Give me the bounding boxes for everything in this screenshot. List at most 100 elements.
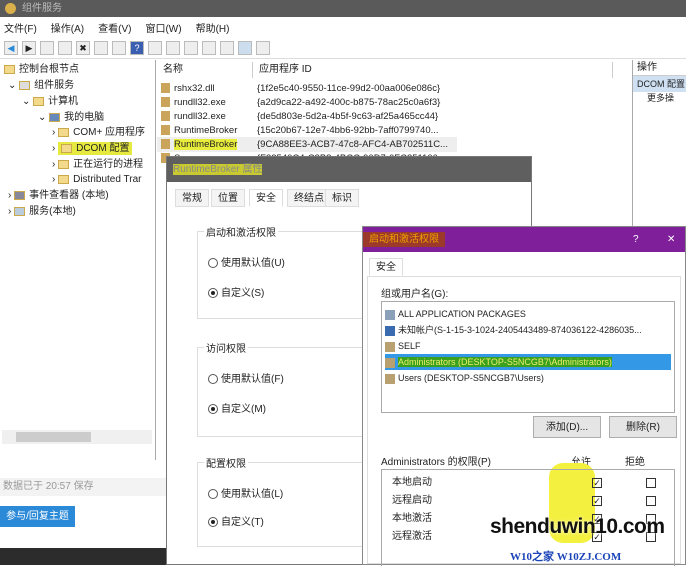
help-button[interactable]: ? [633, 227, 639, 252]
watermark: shenduwin10.com [490, 515, 665, 538]
list-row[interactable]: rshx32.dll {1f2e5c40-9550-11ce-99d2-00aa0… [157, 81, 457, 96]
list-row[interactable]: rundll32.exe {de5d803e-5d2a-4b5f-9c63-af2… [157, 109, 457, 124]
folder-icon [4, 64, 15, 74]
folder-icon [61, 143, 73, 153]
tree-complus[interactable]: › COM+ 应用程序 [52, 125, 145, 141]
package-icon [385, 309, 395, 320]
services-icon [14, 206, 26, 216]
export-icon[interactable] [112, 40, 126, 55]
deny-header: 拒绝 [625, 457, 645, 468]
component-icon [161, 97, 170, 108]
users-list[interactable]: ALL APPLICATION PACKAGES 未知帐户(S-1-15-3-1… [381, 301, 675, 413]
launch-custom-radio[interactable]: 自定义(S) [208, 284, 264, 299]
component-icon [161, 125, 170, 136]
delete-icon[interactable]: ✖ [76, 40, 90, 55]
group-icon [385, 373, 395, 384]
tab-identity[interactable]: 标识 [325, 189, 359, 207]
actions-dcom-config[interactable]: DCOM 配置 [633, 76, 686, 92]
add-button[interactable]: 添加(D)... [533, 416, 601, 438]
user-item[interactable]: Users (DESKTOP-S5NCGB7\Users) [385, 370, 544, 386]
group-label: 访问权限 [204, 340, 248, 355]
menu-action[interactable]: 操作(A) [51, 20, 84, 35]
status-text: 数据已于 20:57 保存 [0, 478, 168, 496]
deny-checkbox[interactable] [646, 478, 656, 488]
permission-title-bar: 启动和激活权限 ? ✕ [363, 227, 685, 252]
access-custom-radio[interactable]: 自定义(M) [208, 400, 266, 415]
computer-icon [49, 112, 61, 122]
list-view-icon[interactable] [220, 40, 234, 55]
list-row[interactable]: rundll32.exe {a2d9ca22-a492-400c-b875-78a… [157, 95, 457, 110]
close-button[interactable]: ✕ [667, 227, 675, 252]
tab-general[interactable]: 常规 [175, 189, 209, 207]
actions-more[interactable]: 更多操 [633, 92, 686, 104]
group-label: 配置权限 [204, 455, 248, 470]
launch-default-radio[interactable]: 使用默认值(U) [208, 254, 285, 269]
show-tree-icon[interactable] [58, 40, 72, 55]
config-custom-radio[interactable]: 自定义(T) [208, 513, 264, 528]
menu-bar: 文件(F) 操作(A) 查看(V) 窗口(W) 帮助(H) [0, 17, 686, 37]
user-item-selected[interactable]: Administrators (DESKTOP-S5NCGB7\Administ… [385, 354, 671, 370]
actions-header: 操作 [633, 60, 686, 76]
column-name[interactable]: 名称 [157, 62, 253, 78]
permission-title: 启动和激活权限 [363, 232, 445, 247]
help-icon[interactable]: ? [130, 40, 144, 55]
group-icon [385, 341, 395, 352]
tree-my-computer[interactable]: ⌄ 我的电脑 [38, 110, 104, 126]
large-icons-icon[interactable] [184, 40, 198, 55]
back-icon[interactable]: ◀ [4, 40, 18, 55]
action-pane-icon[interactable] [148, 40, 162, 55]
tree-distributed[interactable]: › Distributed Trar [52, 172, 141, 188]
group-icon [385, 357, 395, 368]
access-default-radio[interactable]: 使用默认值(F) [208, 370, 284, 385]
allow-checkbox[interactable]: ✓ [592, 478, 602, 488]
tree-dcom-config[interactable]: › DCOM 配置 [52, 141, 133, 157]
menu-help[interactable]: 帮助(H) [196, 20, 230, 35]
forward-icon[interactable]: ▶ [22, 40, 36, 55]
folder-icon [58, 127, 70, 137]
column-app-id[interactable]: 应用程序 ID [253, 62, 613, 78]
menu-view[interactable]: 查看(V) [98, 20, 131, 35]
folder-icon [58, 174, 70, 184]
component-icon [161, 139, 170, 150]
account-icon [385, 325, 395, 336]
title-bar: 组件服务 [0, 0, 686, 17]
footer-strip [0, 548, 168, 565]
group-label: 启动和激活权限 [204, 224, 278, 239]
small-icons-icon[interactable] [202, 40, 216, 55]
tree-event-viewer[interactable]: › 事件查看器 (本地) [8, 188, 109, 204]
users-label: 组或用户名(G): [381, 289, 449, 300]
tree-component-services[interactable]: ⌄ 组件服务 [8, 78, 74, 94]
tree-services[interactable]: › 服务(本地) [8, 204, 76, 220]
remove-button[interactable]: 删除(R) [609, 416, 677, 438]
list-row[interactable]: RuntimeBroker {15c20b67-12e7-4bb6-92bb-7a… [157, 123, 457, 138]
reply-button[interactable]: 参与/回复主题 [0, 506, 75, 527]
folder-icon [33, 96, 45, 106]
tree-horizontal-scrollbar[interactable] [2, 430, 152, 444]
deny-checkbox[interactable] [646, 496, 656, 506]
window-title: 组件服务 [22, 3, 62, 14]
tree-computer[interactable]: ⌄ 计算机 [22, 94, 78, 110]
user-item[interactable]: ALL APPLICATION PACKAGES [385, 306, 526, 322]
new-icon[interactable] [166, 40, 180, 55]
list-row-selected[interactable]: RuntimeBroker {9CA88EE3-ACB7-47c8-AFC4-AB… [157, 137, 457, 152]
menu-window[interactable]: 窗口(W) [145, 20, 181, 35]
tree-root[interactable]: 控制台根节点 [4, 62, 79, 78]
properties-icon[interactable] [94, 40, 108, 55]
user-item[interactable]: SELF [385, 338, 421, 354]
component-icon [19, 80, 31, 90]
app-icon [5, 3, 16, 14]
detail-view-icon[interactable] [238, 40, 252, 55]
tab-security[interactable]: 安全 [369, 258, 403, 276]
permissions-label: Administrators 的权限(P) [381, 457, 492, 468]
tab-location[interactable]: 位置 [211, 189, 245, 207]
perm-row: 远程启动 ✓ [392, 492, 662, 510]
tree-running-processes[interactable]: › 正在运行的进程 [52, 157, 143, 173]
filter-icon[interactable] [256, 40, 270, 55]
event-viewer-icon [14, 190, 26, 200]
allow-checkbox[interactable]: ✓ [592, 496, 602, 506]
menu-file[interactable]: 文件(F) [4, 20, 37, 35]
config-default-radio[interactable]: 使用默认值(L) [208, 485, 283, 500]
up-folder-icon[interactable] [40, 40, 54, 55]
user-item[interactable]: 未知帐户(S-1-15-3-1024-2405443489-874036122-… [385, 322, 642, 338]
tab-security[interactable]: 安全 [249, 189, 283, 207]
